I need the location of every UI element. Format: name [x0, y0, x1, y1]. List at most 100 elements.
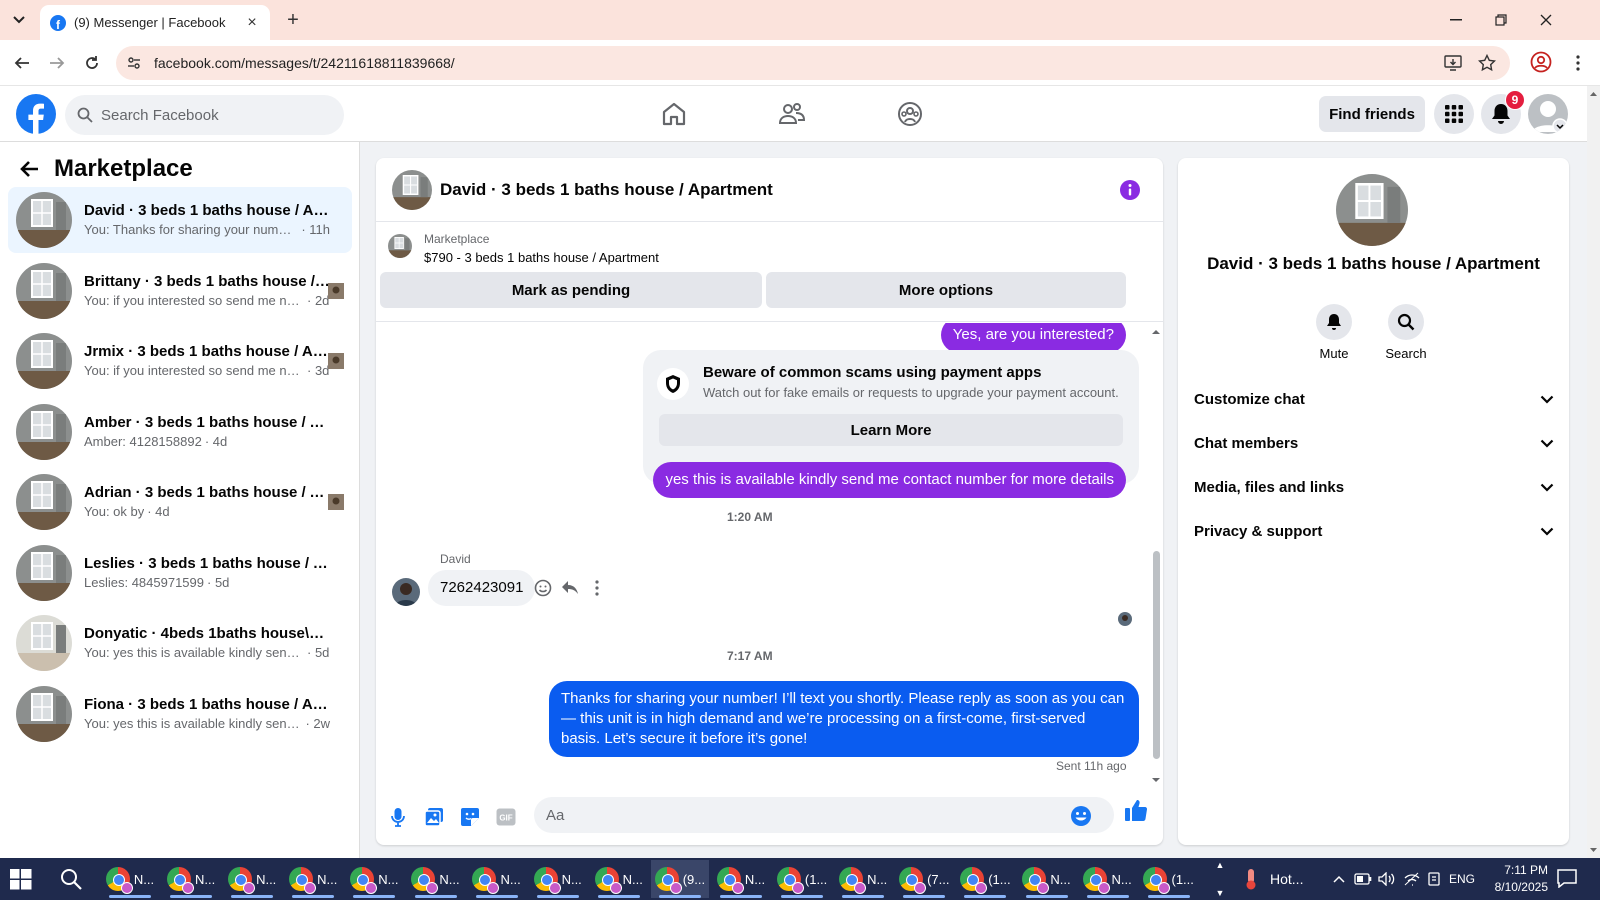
system-clock[interactable]: 7:11 PM 8/10/2025 [1470, 862, 1548, 896]
taskbar-chrome-window[interactable]: N... [712, 860, 770, 898]
privacy-support-section[interactable]: Privacy & support [1194, 509, 1554, 553]
search-in-chat-button[interactable]: Search [1376, 304, 1436, 361]
incoming-message[interactable]: 7262423091 [428, 570, 536, 606]
taskbar-chrome-window[interactable]: N... [468, 860, 526, 898]
weather-widget[interactable]: Hot... [1244, 868, 1303, 890]
taskbar-chrome-window[interactable]: N... [529, 860, 587, 898]
friends-nav-icon[interactable] [772, 96, 812, 132]
taskbar-chrome-window[interactable]: N... [834, 860, 892, 898]
mute-button[interactable]: Mute [1304, 304, 1364, 361]
conversation-item[interactable]: Jrmix · 3 beds 1 baths house / Apartment… [8, 328, 352, 394]
message-input-box[interactable] [534, 797, 1114, 833]
arrow-right-icon [50, 57, 65, 69]
message-input[interactable] [546, 806, 1066, 824]
new-tab-button[interactable]: + [282, 9, 304, 31]
taskbar-search-icon[interactable] [60, 868, 84, 892]
photo-icon[interactable] [416, 799, 452, 835]
taskbar-chrome-window[interactable]: N... [284, 860, 342, 898]
minimize-button[interactable] [1436, 8, 1476, 32]
restore-button[interactable] [1481, 8, 1521, 32]
taskbar-scroll[interactable]: ▲ ▼ [1212, 860, 1228, 898]
home-nav-icon[interactable] [654, 96, 694, 132]
reply-icon[interactable] [560, 578, 580, 598]
close-tab-icon[interactable]: × [244, 14, 260, 31]
listing-thumbnail[interactable] [388, 234, 412, 258]
wifi-icon[interactable] [1401, 868, 1423, 890]
mark-as-pending-button[interactable]: Mark as pending [380, 272, 762, 308]
url-text[interactable]: facebook.com/messages/t/2421161881183966… [154, 55, 1442, 71]
taskbar-chrome-window[interactable]: N... [345, 860, 403, 898]
listing-title[interactable]: $790 - 3 beds 1 baths house / Apartment [424, 250, 659, 265]
groups-nav-icon[interactable] [890, 96, 930, 132]
conversation-item[interactable]: Brittany · 3 beds 1 baths house / Apartm… [8, 258, 352, 324]
tab-search-button[interactable] [8, 9, 30, 31]
page-scrollbar[interactable] [1587, 86, 1600, 858]
conversation-item[interactable]: Fiona · 3 beds 1 baths house / Apartment… [8, 681, 352, 747]
chat-scrollbar[interactable] [1150, 323, 1162, 789]
chat-avatar[interactable] [392, 169, 432, 210]
battery-icon[interactable] [1352, 868, 1374, 890]
taskbar-chrome-window[interactable]: N... [407, 860, 465, 898]
search-input[interactable] [101, 106, 321, 124]
windows-start-icon[interactable] [10, 868, 34, 890]
back-arrow-icon[interactable] [20, 159, 40, 179]
outgoing-message[interactable]: Yes, are you interested? [940, 323, 1126, 353]
menu-grid-button[interactable] [1434, 94, 1474, 134]
taskbar-chrome-window[interactable]: N... [223, 860, 281, 898]
show-hidden-icons-chevron-icon[interactable] [1328, 868, 1350, 890]
emoji-icon[interactable] [1070, 805, 1091, 826]
conversation-item[interactable]: Amber · 3 beds 1 baths house / Apartment… [8, 399, 352, 465]
taskbar-chrome-window[interactable]: (9... [650, 860, 709, 898]
more-options-button[interactable]: More options [766, 272, 1126, 308]
taskbar-chrome-window[interactable]: (7... [895, 860, 953, 898]
browser-menu-icon[interactable] [1568, 51, 1588, 75]
forward-button[interactable] [45, 51, 69, 75]
chat-members-section[interactable]: Chat members [1194, 421, 1554, 465]
details-avatar[interactable] [1336, 174, 1408, 246]
taskbar-chrome-window[interactable]: (1... [1140, 860, 1198, 898]
outgoing-message[interactable]: Thanks for sharing your number! I’ll tex… [549, 681, 1139, 757]
taskbar-chrome-window[interactable]: N... [590, 860, 648, 898]
taskbar-chrome-window[interactable]: (1... [773, 860, 831, 898]
install-app-icon[interactable] [1442, 52, 1464, 74]
microphone-icon[interactable] [380, 799, 416, 835]
volume-icon[interactable] [1376, 868, 1398, 890]
taskbar-chrome-window[interactable]: (1... [956, 860, 1014, 898]
address-bar[interactable]: facebook.com/messages/t/2421161881183966… [116, 46, 1510, 80]
conversation-item[interactable]: David · 3 beds 1 baths house / Apartment… [8, 187, 352, 253]
taskbar-chrome-window[interactable]: N... [162, 860, 220, 898]
customize-chat-section[interactable]: Customize chat [1194, 377, 1554, 421]
outgoing-message[interactable]: yes this is available kindly send me con… [653, 462, 1126, 498]
site-info-icon[interactable] [124, 53, 144, 73]
conversation-thumbnail [16, 544, 72, 601]
browser-tab[interactable]: f (9) Messenger | Facebook × [40, 5, 270, 40]
more-actions-icon[interactable] [587, 578, 607, 598]
back-button[interactable] [10, 51, 34, 75]
conversation-item[interactable]: Donyatic · 4beds 1baths house\apartment Y… [8, 610, 352, 676]
notification-center-icon[interactable] [1556, 868, 1580, 890]
info-icon[interactable] [1120, 180, 1140, 200]
facebook-search-box[interactable] [65, 95, 344, 135]
close-window-button[interactable] [1526, 8, 1566, 32]
taskbar-chrome-window[interactable]: N... [101, 860, 159, 898]
account-avatar[interactable] [1528, 94, 1568, 134]
bookmark-star-icon[interactable] [1476, 52, 1498, 74]
gif-icon[interactable]: GIF [488, 799, 524, 835]
profile-icon[interactable] [1530, 51, 1554, 75]
sender-avatar[interactable] [392, 578, 420, 606]
scrollbar-thumb[interactable] [1153, 551, 1160, 759]
chat-title[interactable]: David · 3 beds 1 baths house / Apartment [440, 180, 773, 200]
sticker-icon[interactable] [452, 799, 488, 835]
react-emoji-icon[interactable] [533, 578, 553, 598]
thumbs-up-icon[interactable] [1124, 798, 1148, 822]
taskbar-chrome-window[interactable]: N... [1018, 860, 1076, 898]
taskbar-chrome-window[interactable]: N... [1079, 860, 1137, 898]
find-friends-button[interactable]: Find friends [1319, 96, 1425, 132]
facebook-logo-icon[interactable] [16, 94, 56, 134]
conversation-item[interactable]: Leslies · 3 beds 1 baths house / Apartme… [8, 540, 352, 606]
network-icon[interactable] [1423, 868, 1445, 890]
learn-more-button[interactable]: Learn More [659, 414, 1123, 446]
conversation-item[interactable]: Adrian · 3 beds 1 baths house / Apartmen… [8, 469, 352, 535]
media-files-links-section[interactable]: Media, files and links [1194, 465, 1554, 509]
reload-button[interactable] [80, 51, 104, 75]
